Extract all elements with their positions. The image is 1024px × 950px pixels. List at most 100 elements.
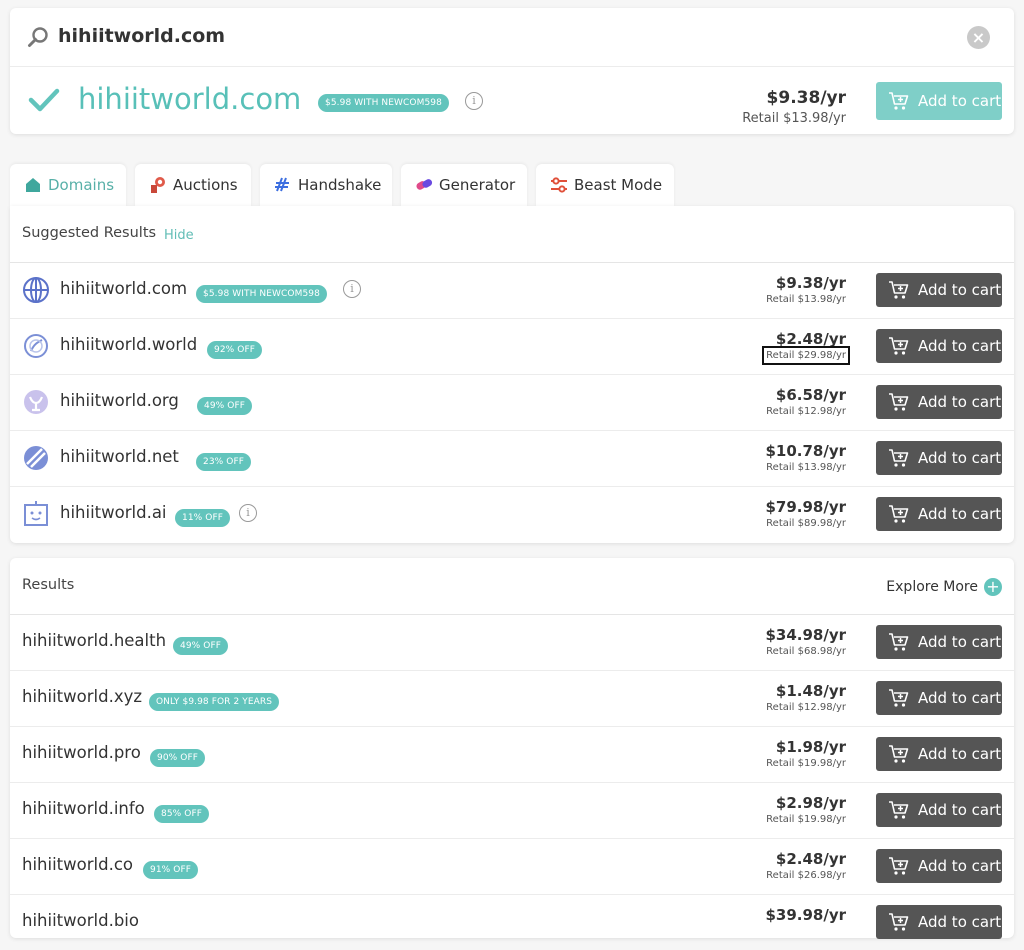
add-to-cart-label: Add to cart	[918, 857, 1002, 875]
cart-icon	[889, 633, 909, 651]
gavel-icon	[151, 177, 165, 193]
domain-row: hihiitworld.info 85% OFF $2.98/yr Retail…	[10, 782, 1014, 839]
retail-price: Retail $12.98/yr	[766, 406, 846, 417]
tab-beast-mode[interactable]: Beast Mode	[536, 164, 674, 207]
domain-row: hihiitworld.org 49% OFF $6.58/yr Retail …	[10, 374, 1014, 431]
hide-link[interactable]: Hide	[164, 228, 194, 243]
domain-row: hihiitworld.net 23% OFF $10.78/yr Retail…	[10, 430, 1014, 487]
suggested-results-panel: Suggested Results Hide hihiitworld.com $…	[10, 206, 1014, 543]
cart-icon	[889, 801, 909, 819]
search-icon	[28, 27, 48, 47]
add-to-cart-label: Add to cart	[918, 633, 1002, 651]
domain-row: hihiitworld.health 49% OFF $34.98/yr Ret…	[10, 614, 1014, 671]
promo-badge: 11% OFF	[175, 509, 231, 527]
info-icon[interactable]: i	[343, 280, 361, 298]
add-to-cart-button[interactable]: Add to cart	[876, 681, 1002, 715]
domain-row: hihiitworld.xyz ONLY $9.98 FOR 2 YEARS $…	[10, 670, 1014, 727]
retail-price: Retail $29.98/yr	[762, 346, 850, 365]
add-to-cart-button[interactable]: Add to cart	[876, 737, 1002, 771]
section-title: Suggested Results	[22, 225, 157, 241]
cart-icon	[889, 857, 909, 875]
retail-price: Retail $19.98/yr	[766, 758, 846, 769]
tab-label: Generator	[439, 176, 516, 194]
section-title: Results	[22, 577, 75, 593]
add-to-cart-label: Add to cart	[918, 337, 1002, 355]
promo-badge: 92% OFF	[207, 341, 263, 359]
tab-label: Domains	[48, 176, 115, 194]
cart-icon	[889, 281, 909, 299]
home-icon	[26, 178, 40, 192]
domain-name: hihiitworld.ai	[60, 503, 167, 522]
retail-price: Retail $12.98/yr	[766, 702, 846, 713]
featured-add-to-cart-button[interactable]: Add to cart	[876, 82, 1002, 120]
clear-search-button[interactable]: ×	[967, 26, 990, 49]
domain-name: hihiitworld.world	[60, 335, 198, 354]
featured-domain-name: hihiitworld.com	[78, 82, 302, 116]
sliders-icon	[551, 177, 567, 193]
search-input[interactable]: hihiitworld.com	[58, 25, 225, 47]
explore-more-label: Explore More	[886, 579, 978, 595]
tab-handshake[interactable]: Handshake	[260, 164, 392, 207]
search-card: hihiitworld.com × hihiitworld.com $5.98 …	[10, 8, 1014, 134]
domain-row: hihiitworld.pro 90% OFF $1.98/yr Retail …	[10, 726, 1014, 783]
retail-price: Retail $26.98/yr	[766, 870, 846, 881]
tab-generator[interactable]: Generator	[401, 164, 527, 207]
cart-icon	[889, 92, 909, 110]
price: $34.98/yr	[765, 626, 846, 644]
plus-icon: +	[984, 578, 1002, 596]
cart-icon	[889, 505, 909, 523]
promo-badge: 23% OFF	[196, 453, 252, 471]
promo-badge: 49% OFF	[173, 637, 229, 655]
price: $6.58/yr	[775, 386, 846, 404]
info-icon[interactable]: i	[465, 92, 483, 110]
cart-icon	[889, 337, 909, 355]
add-to-cart-button[interactable]: Add to cart	[876, 441, 1002, 475]
domain-row: hihiitworld.world 92% OFF $2.48/yr Retai…	[10, 318, 1014, 375]
domain-name: hihiitworld.xyz	[22, 687, 143, 706]
add-to-cart-label: Add to cart	[918, 449, 1002, 467]
retail-price: Retail $13.98/yr	[766, 294, 846, 305]
promo-badge: 91% OFF	[143, 861, 199, 879]
handshake-icon	[275, 177, 289, 192]
domain-name: hihiitworld.co	[22, 855, 133, 874]
cart-icon	[889, 689, 909, 707]
add-to-cart-button[interactable]: Add to cart	[876, 385, 1002, 419]
add-to-cart-button[interactable]: Add to cart	[876, 905, 1002, 939]
add-to-cart-button[interactable]: Add to cart	[876, 273, 1002, 307]
domain-name: hihiitworld.com	[60, 279, 188, 298]
price: $79.98/yr	[765, 498, 846, 516]
add-to-cart-button[interactable]: Add to cart	[876, 497, 1002, 531]
add-to-cart-button[interactable]: Add to cart	[876, 849, 1002, 883]
price: $10.78/yr	[765, 442, 846, 460]
price: $1.98/yr	[775, 738, 846, 756]
domain-name: hihiitworld.pro	[22, 743, 141, 762]
price: $1.48/yr	[775, 682, 846, 700]
globe-icon	[23, 277, 49, 303]
promo-badge: $5.98 WITH NEWCOM598	[196, 285, 327, 303]
results-header: Results Explore More +	[10, 558, 1014, 615]
pills-icon	[416, 179, 433, 190]
domain-row: hihiitworld.bio $39.98/yr Add to cart	[10, 894, 1014, 950]
add-to-cart-label: Add to cart	[918, 745, 1002, 763]
explore-more-button[interactable]: Explore More +	[886, 578, 1002, 596]
world-icon	[24, 334, 48, 358]
search-bar[interactable]: hihiitworld.com ×	[10, 8, 1014, 67]
promo-badge: 49% OFF	[197, 397, 253, 415]
cart-icon	[889, 745, 909, 763]
promo-badge: ONLY $9.98 FOR 2 YEARS	[149, 693, 280, 711]
add-to-cart-label: Add to cart	[918, 505, 1002, 523]
tab-auctions[interactable]: Auctions	[135, 164, 251, 207]
featured-price: $9.38/yr	[766, 88, 846, 108]
price: $9.38/yr	[775, 274, 846, 292]
robot-icon	[24, 501, 48, 526]
price: $2.48/yr	[775, 330, 846, 348]
add-to-cart-button[interactable]: Add to cart	[876, 625, 1002, 659]
add-to-cart-button[interactable]: Add to cart	[876, 329, 1002, 363]
add-to-cart-label: Add to cart	[918, 393, 1002, 411]
add-to-cart-label: Add to cart	[918, 801, 1002, 819]
info-icon[interactable]: i	[239, 504, 257, 522]
tab-domains[interactable]: Domains	[10, 164, 126, 207]
add-to-cart-button[interactable]: Add to cart	[876, 793, 1002, 827]
checkmark-icon	[28, 88, 60, 112]
tab-label: Handshake	[298, 176, 382, 194]
